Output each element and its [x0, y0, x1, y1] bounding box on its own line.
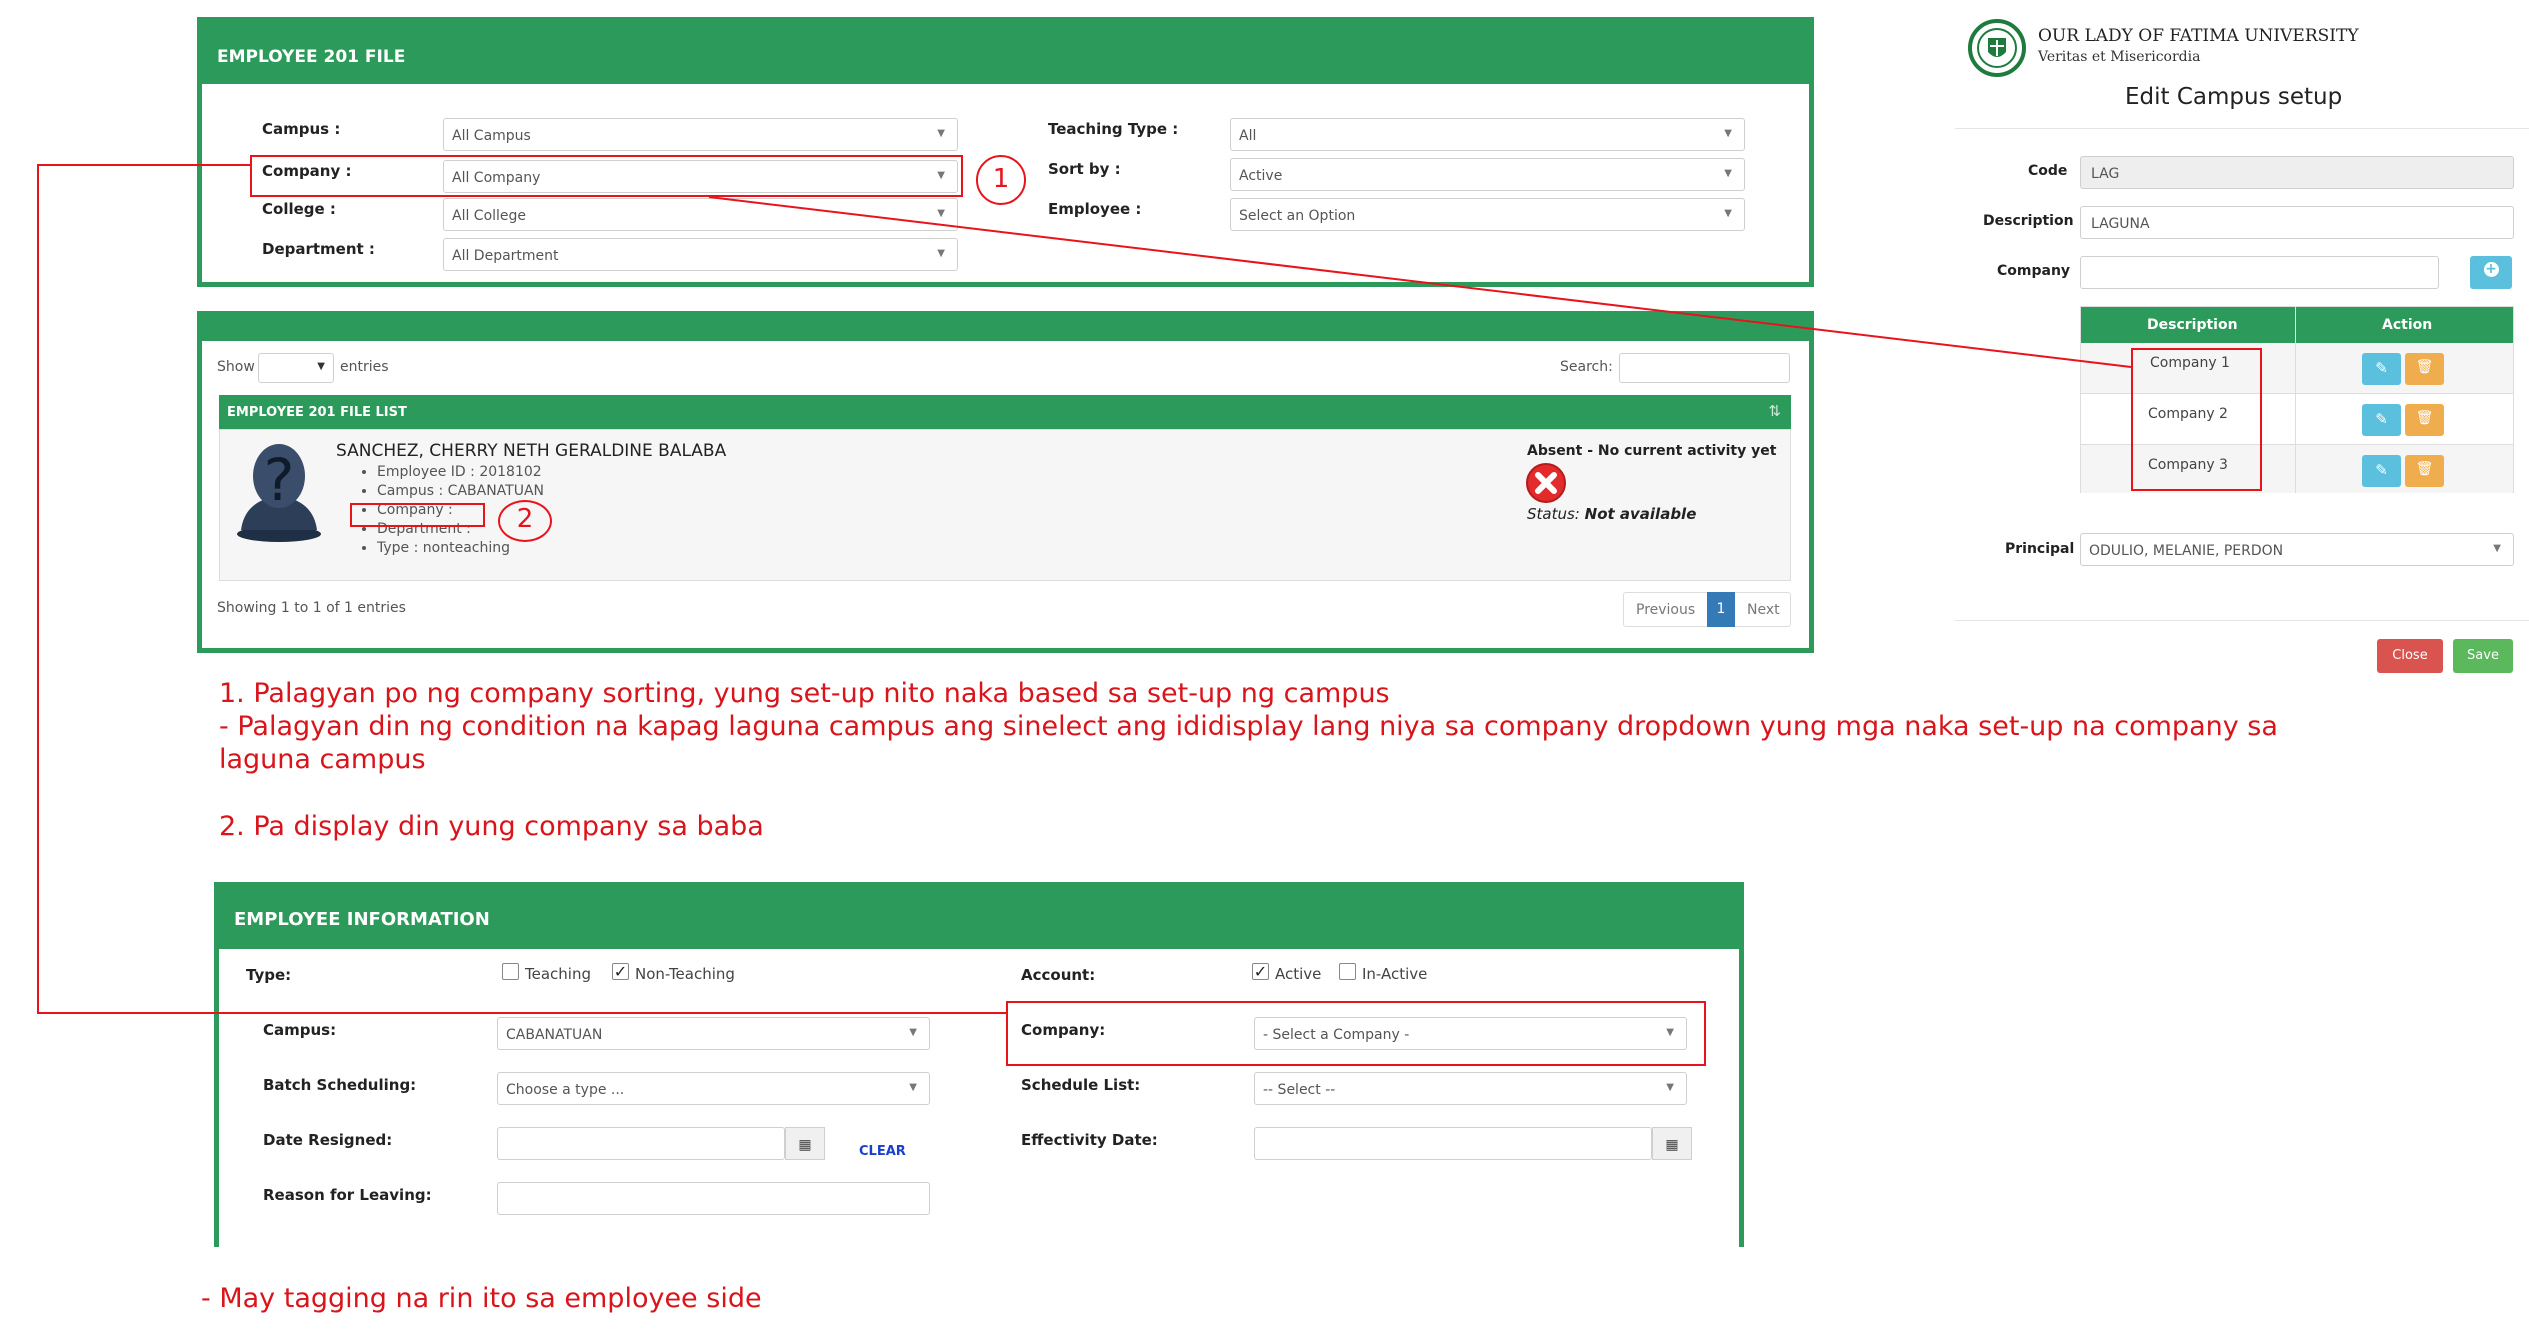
- connector-diagonal: [708, 196, 2132, 368]
